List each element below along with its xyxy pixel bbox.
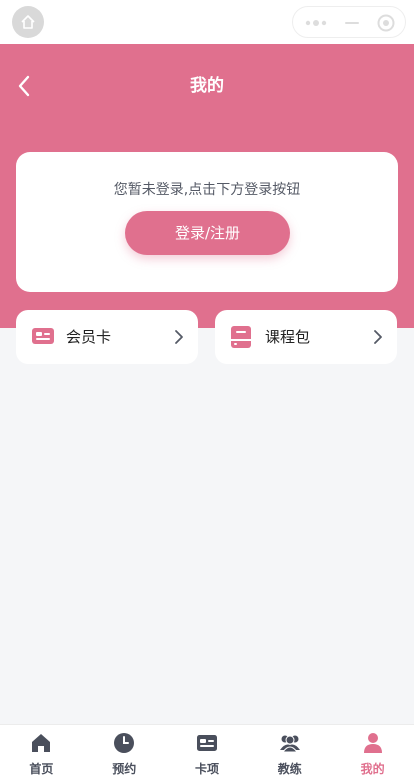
chevron-right-icon bbox=[175, 330, 183, 344]
member-card-icon bbox=[32, 328, 54, 344]
tab-booking[interactable]: 预约 bbox=[83, 725, 166, 780]
close-target-icon[interactable] bbox=[377, 14, 395, 32]
tab-home[interactable]: 首页 bbox=[0, 725, 83, 780]
tab-label: 教练 bbox=[277, 762, 302, 776]
tab-label: 预约 bbox=[112, 762, 137, 776]
course-package-icon bbox=[231, 326, 251, 348]
tab-mine[interactable]: 我的 bbox=[331, 725, 414, 780]
login-register-button[interactable]: 登录/注册 bbox=[125, 211, 290, 255]
course-package-entry[interactable]: 课程包 bbox=[215, 310, 397, 364]
status-bar bbox=[0, 0, 414, 44]
home-icon bbox=[32, 734, 51, 752]
mini-home-button[interactable] bbox=[12, 6, 44, 38]
house-icon bbox=[21, 15, 35, 29]
tab-label: 我的 bbox=[360, 762, 385, 776]
login-tip-text: 您暂未登录,点击下方登录按钮 bbox=[113, 182, 301, 198]
minimize-icon[interactable] bbox=[345, 22, 359, 24]
tab-label: 卡项 bbox=[194, 762, 219, 776]
tab-cards[interactable]: 卡项 bbox=[166, 725, 249, 780]
member-card-entry[interactable]: 会员卡 bbox=[16, 310, 198, 364]
tab-label: 首页 bbox=[29, 762, 54, 776]
course-package-label: 课程包 bbox=[265, 328, 311, 346]
more-dots-icon[interactable] bbox=[305, 19, 327, 27]
login-card: 您暂未登录,点击下方登录按钮 登录/注册 bbox=[16, 152, 398, 292]
page-title: 我的 bbox=[190, 76, 224, 96]
coach-icon bbox=[279, 735, 300, 753]
member-card-label: 会员卡 bbox=[66, 328, 112, 346]
bottom-tab-bar: 首页 预约 卡项 教练 我的 bbox=[0, 724, 414, 780]
tab-coach[interactable]: 教练 bbox=[248, 725, 331, 780]
chevron-right-icon bbox=[374, 330, 382, 344]
miniprogram-capsule bbox=[292, 6, 406, 38]
card-icon bbox=[196, 735, 217, 751]
user-icon bbox=[363, 733, 382, 753]
clock-icon bbox=[114, 733, 135, 753]
